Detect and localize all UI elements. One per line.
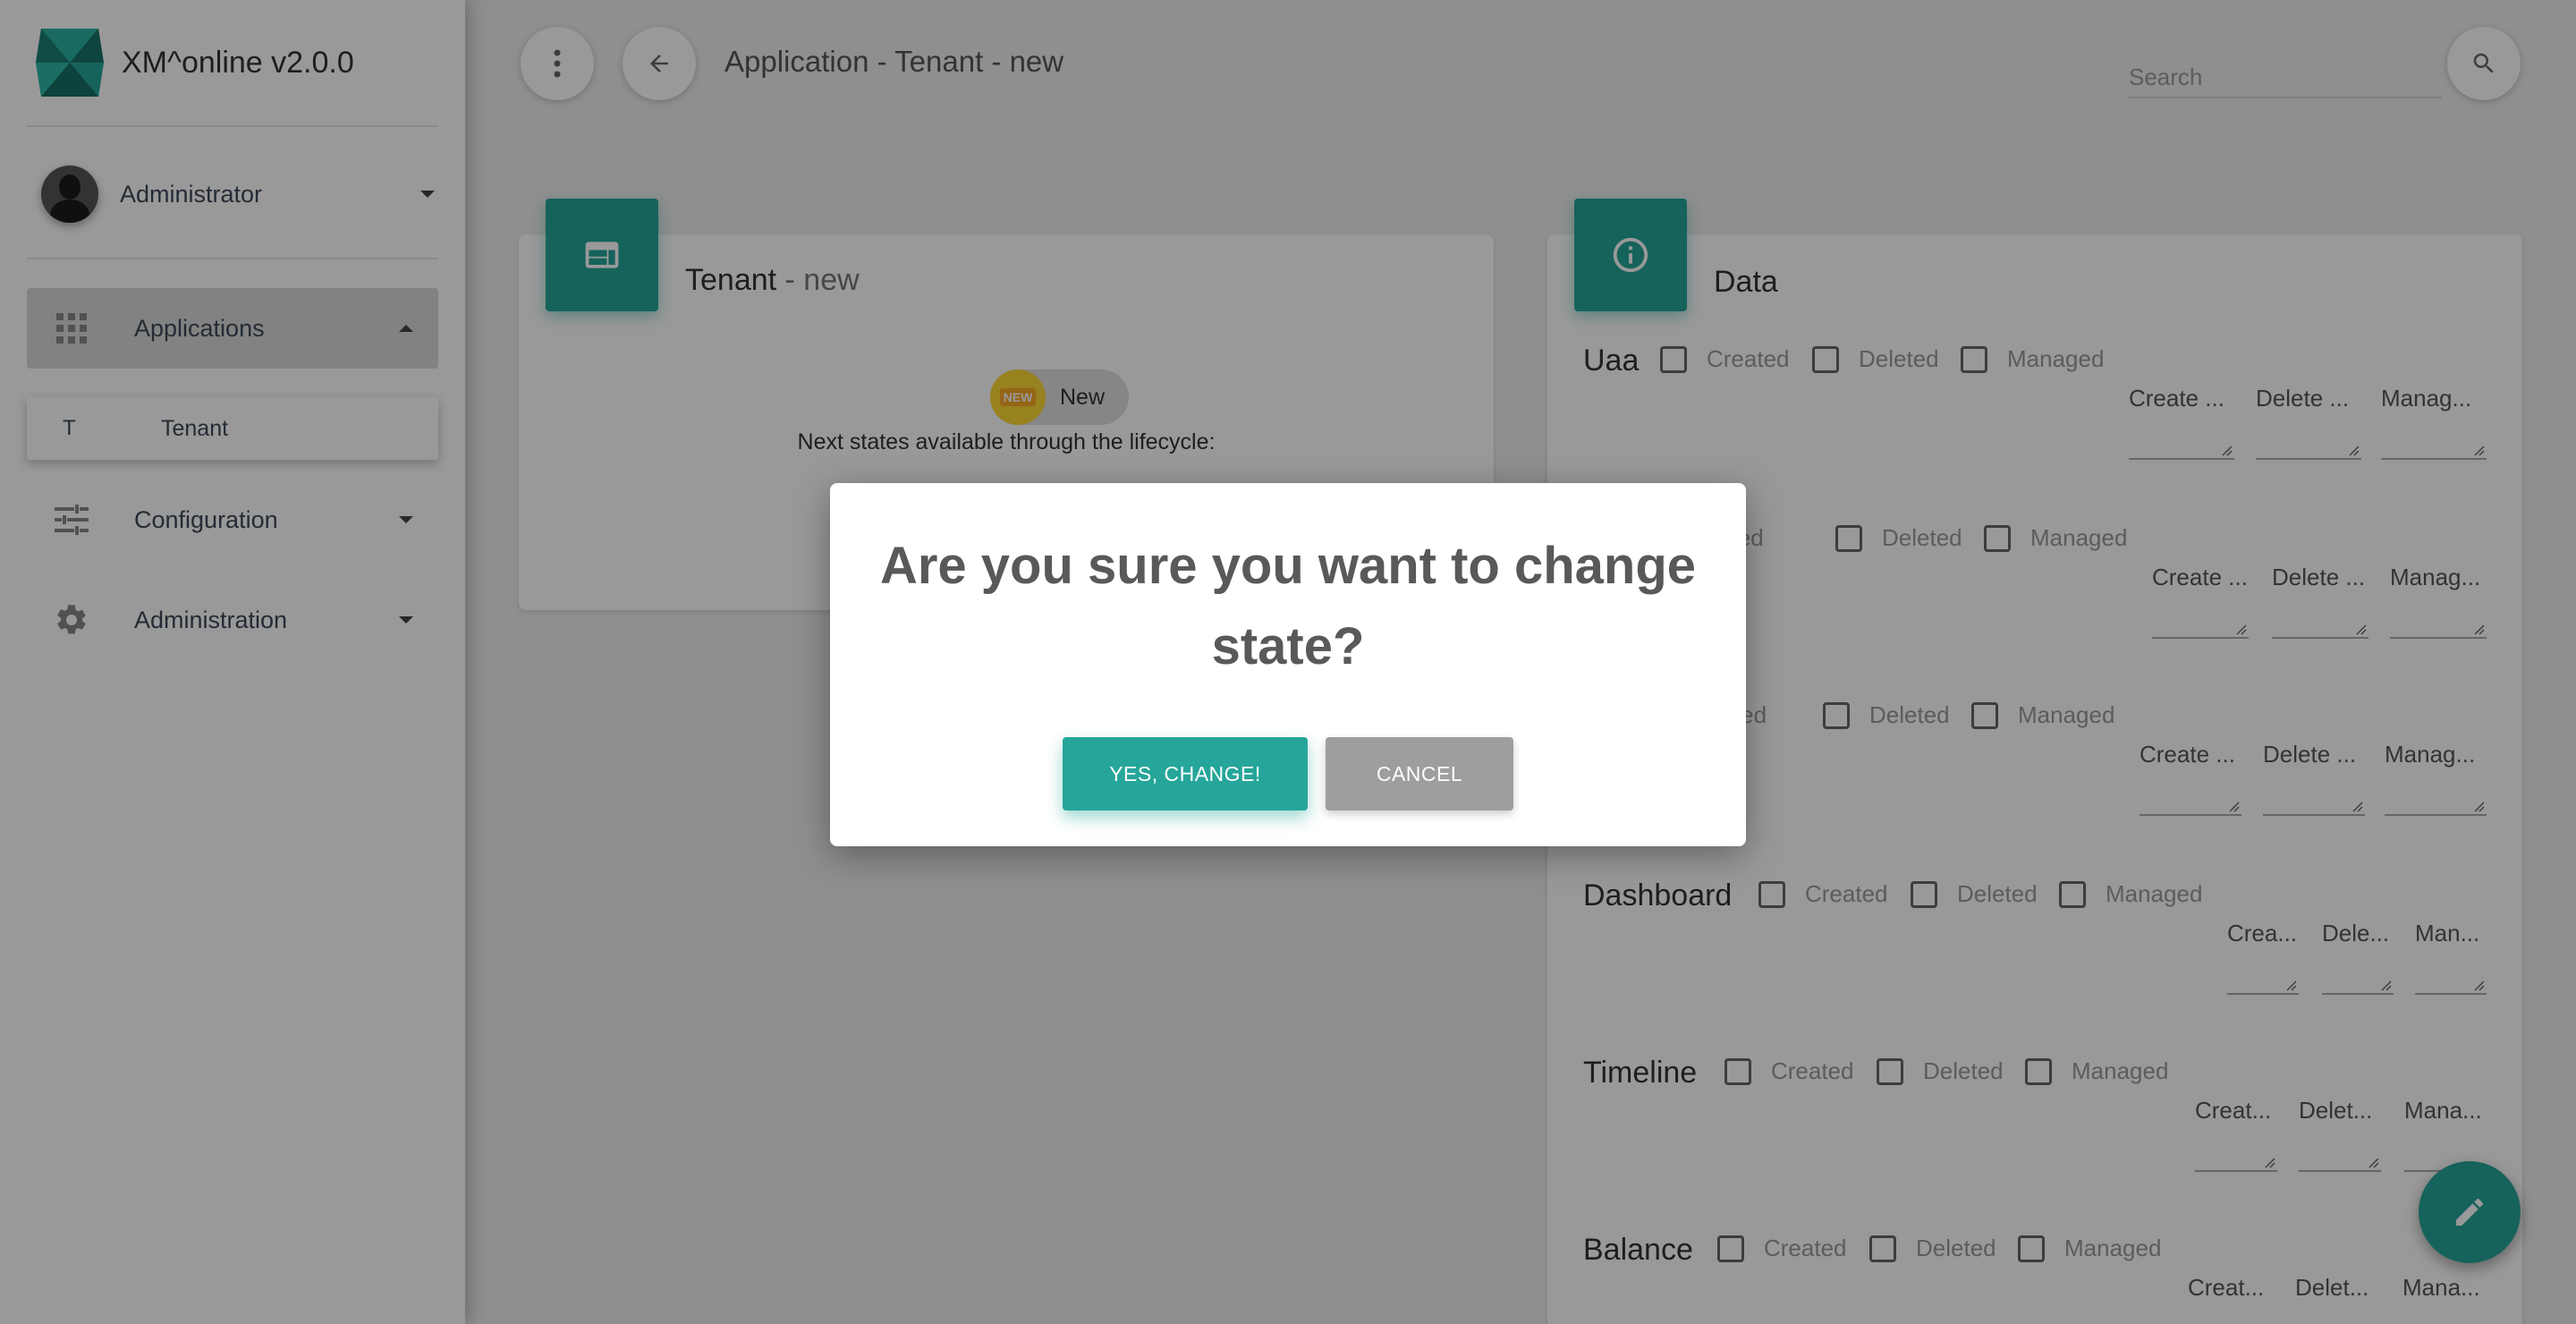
confirm-dialog: Are you sure you want to change state? Y… bbox=[830, 483, 1746, 846]
dialog-title: Are you sure you want to change state? bbox=[879, 537, 1697, 675]
cancel-button[interactable]: CANCEL bbox=[1326, 737, 1513, 811]
confirm-button[interactable]: YES, CHANGE! bbox=[1063, 737, 1308, 811]
